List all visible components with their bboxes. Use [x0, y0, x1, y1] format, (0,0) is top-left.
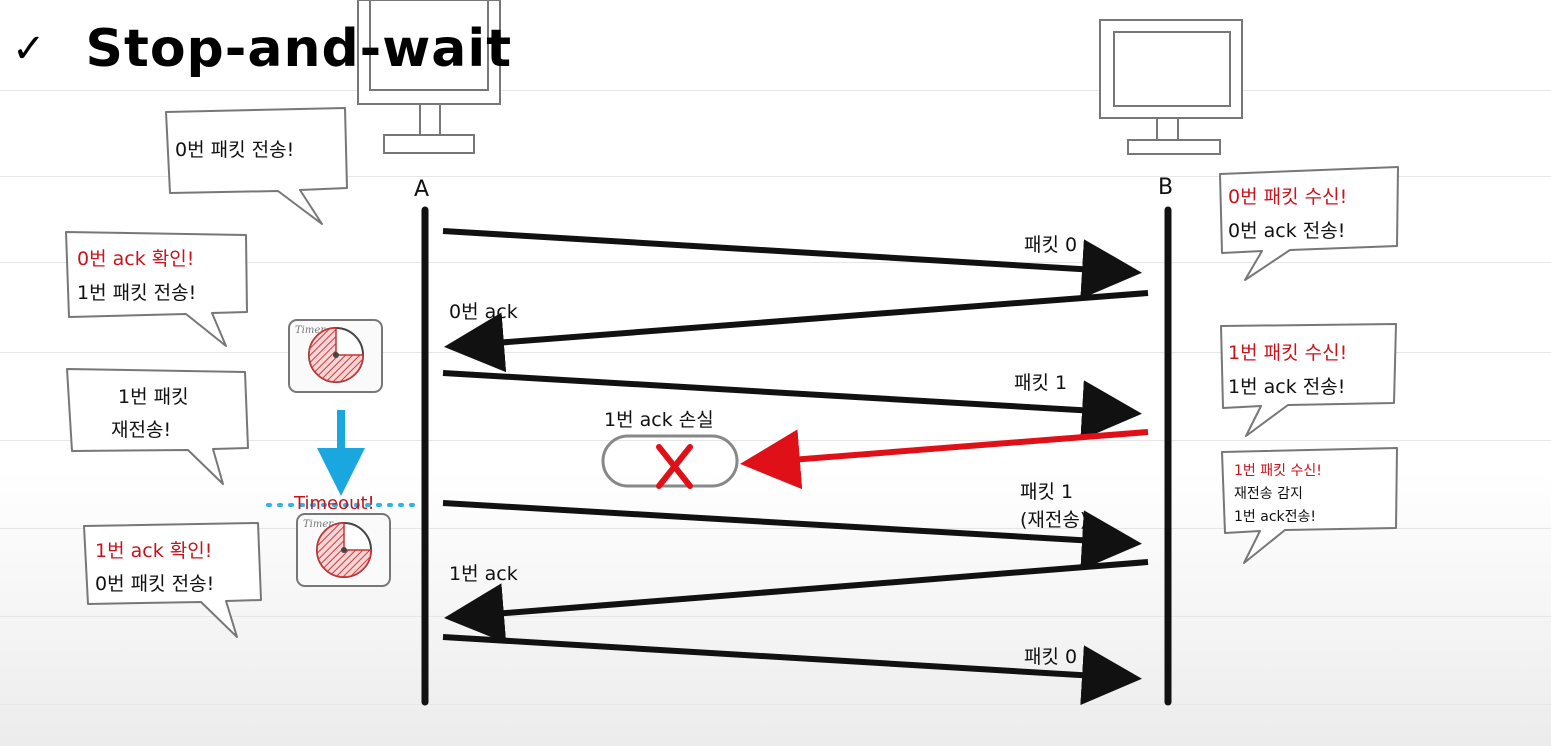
timer-icon: Timer: [288, 319, 383, 393]
stop-and-wait-diagram: A B 패킷 0 0번 ack 패킷 1 1번 ack 손실 패킷 1 (재전송…: [65, 0, 1399, 706]
svg-text:재전송!: 재전송!: [111, 419, 171, 441]
timer-icon: Timer: [296, 513, 391, 587]
label-ack1-lost: 1번 ack 손실: [604, 409, 714, 431]
arrow-ack1: [444, 559, 1149, 644]
label-ack0: 0번 ack: [449, 301, 518, 323]
lost-x-icon: [656, 444, 693, 489]
title-row: ✓ Stop-and-wait: [12, 14, 512, 84]
svg-text:0번 패킷 수신!: 0번 패킷 수신!: [1228, 186, 1347, 208]
svg-text:1번 패킷 전송!: 1번 패킷 전송!: [77, 282, 196, 304]
timeout-label: Timeout!: [293, 493, 375, 514]
computer-b-icon: [1099, 19, 1243, 155]
arrow-ack0: [444, 290, 1149, 373]
label-ack1: 1번 ack: [449, 563, 518, 585]
check-icon: ✓: [12, 26, 46, 72]
bubble-b-recv1: 1번 패킷 수신! 1번 ack 전송!: [1220, 323, 1397, 437]
label-packet1-retx-2: (재전송): [1020, 509, 1087, 531]
svg-text:1번 패킷: 1번 패킷: [118, 386, 189, 408]
svg-text:0번 패킷 전송!: 0번 패킷 전송!: [95, 573, 214, 595]
bubble-a-ack0: 0번 ack 확인! 1번 패킷 전송!: [65, 231, 248, 347]
page-title: Stop-and-wait: [85, 19, 513, 79]
svg-text:1번 ack전송!: 1번 ack전송!: [1234, 509, 1316, 525]
bubble-b-dup: 1번 패킷 수신! 재전송 감지 1번 ack전송!: [1221, 447, 1398, 564]
arrow-ack1-lost: [740, 429, 1149, 490]
svg-text:1번 ack 전송!: 1번 ack 전송!: [1228, 376, 1345, 398]
label-packet1-retx-1: 패킷 1: [1020, 481, 1073, 503]
label-packet0-again: 패킷 0: [1024, 646, 1077, 668]
svg-text:1번 패킷 수신!: 1번 패킷 수신!: [1234, 463, 1322, 479]
svg-text:0번 패킷 전송!: 0번 패킷 전송!: [175, 139, 294, 161]
host-a-label: A: [414, 177, 429, 202]
svg-text:0번 ack 확인!: 0번 ack 확인!: [77, 248, 194, 270]
bubble-a-send0: 0번 패킷 전송!: [165, 107, 348, 225]
label-packet0: 패킷 0: [1024, 234, 1077, 256]
svg-text:0번 ack 전송!: 0번 ack 전송!: [1228, 220, 1345, 242]
bubble-b-recv0: 0번 패킷 수신! 0번 ack 전송!: [1219, 166, 1399, 281]
svg-text:1번 패킷 수신!: 1번 패킷 수신!: [1228, 342, 1347, 364]
host-b-label: B: [1158, 175, 1173, 200]
svg-text:재전송 감지: 재전송 감지: [1234, 486, 1303, 502]
bubble-a-ack1: 1번 ack 확인! 0번 패킷 전송!: [83, 522, 262, 638]
bubble-a-retx: 1번 패킷 재전송!: [66, 368, 249, 485]
svg-text:1번 ack 확인!: 1번 ack 확인!: [95, 540, 212, 562]
label-packet1: 패킷 1: [1014, 372, 1067, 394]
